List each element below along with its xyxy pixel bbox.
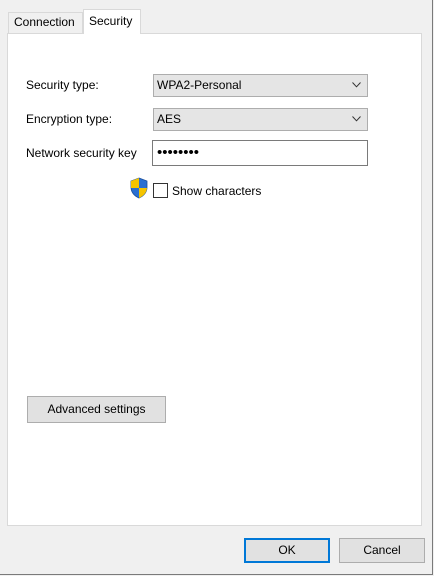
security-type-dropdown[interactable]: WPA2-Personal bbox=[153, 74, 368, 97]
uac-shield-icon bbox=[130, 177, 148, 199]
chevron-down-icon bbox=[352, 116, 361, 122]
tab-security[interactable]: Security bbox=[83, 9, 141, 34]
show-characters-checkbox[interactable] bbox=[153, 183, 168, 198]
encryption-type-value: AES bbox=[157, 112, 182, 126]
ok-button[interactable]: OK bbox=[244, 538, 330, 563]
security-type-value: WPA2-Personal bbox=[157, 78, 242, 92]
advanced-settings-button[interactable]: Advanced settings bbox=[27, 396, 166, 423]
encryption-type-label: Encryption type: bbox=[26, 112, 113, 126]
wireless-properties-dialog: Connection Security Security type: WPA2-… bbox=[0, 0, 433, 575]
cancel-button[interactable]: Cancel bbox=[339, 538, 425, 563]
security-type-label: Security type: bbox=[26, 78, 99, 92]
network-security-key-value: •••••••• bbox=[157, 144, 200, 161]
network-security-key-field[interactable]: •••••••• bbox=[152, 140, 368, 166]
chevron-down-icon bbox=[352, 82, 361, 88]
show-characters-label[interactable]: Show characters bbox=[172, 183, 261, 199]
security-tab-panel: Security type: WPA2-Personal Encryption … bbox=[7, 33, 422, 526]
network-security-key-label: Network security key bbox=[26, 146, 137, 160]
encryption-type-dropdown[interactable]: AES bbox=[153, 108, 368, 131]
tab-connection[interactable]: Connection bbox=[8, 12, 83, 33]
